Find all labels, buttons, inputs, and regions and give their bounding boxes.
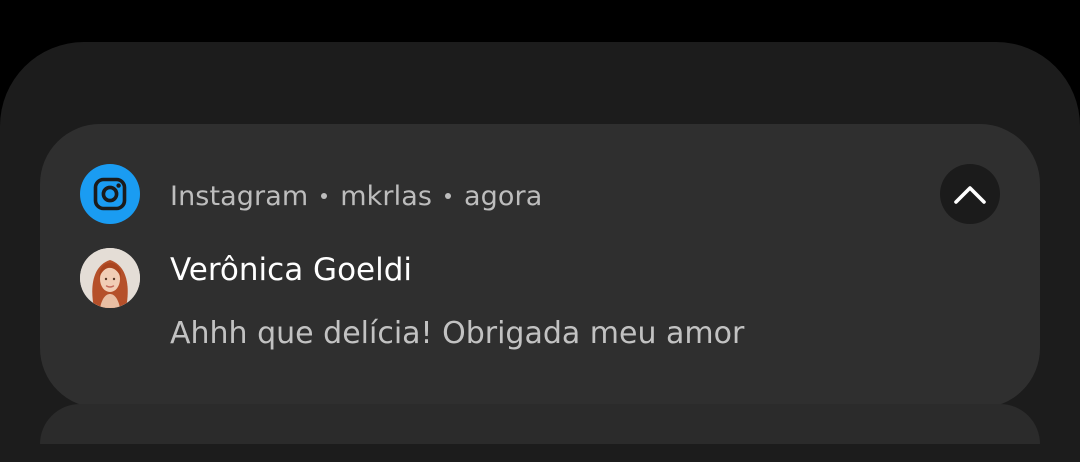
instagram-icon bbox=[80, 164, 140, 224]
notification-card[interactable]: Instagram mkrlas agora Verônica Goeldi A… bbox=[40, 124, 1040, 408]
sender-avatar bbox=[80, 248, 140, 308]
message-text: Ahhh que delícia! Obrigada meu amor bbox=[170, 316, 745, 351]
notification-time: agora bbox=[464, 180, 543, 212]
sender-name: Verônica Goeldi bbox=[170, 252, 413, 288]
app-name: Instagram bbox=[170, 180, 309, 212]
next-notification-card[interactable] bbox=[40, 404, 1040, 444]
chevron-up-icon bbox=[954, 186, 986, 204]
separator-dot bbox=[321, 193, 328, 199]
collapse-button[interactable] bbox=[940, 164, 1000, 224]
account-name: mkrlas bbox=[340, 180, 433, 212]
notification-header: Instagram mkrlas agora bbox=[170, 174, 542, 218]
notification-shade: Instagram mkrlas agora Verônica Goeldi A… bbox=[0, 42, 1080, 462]
separator-dot bbox=[445, 193, 452, 199]
